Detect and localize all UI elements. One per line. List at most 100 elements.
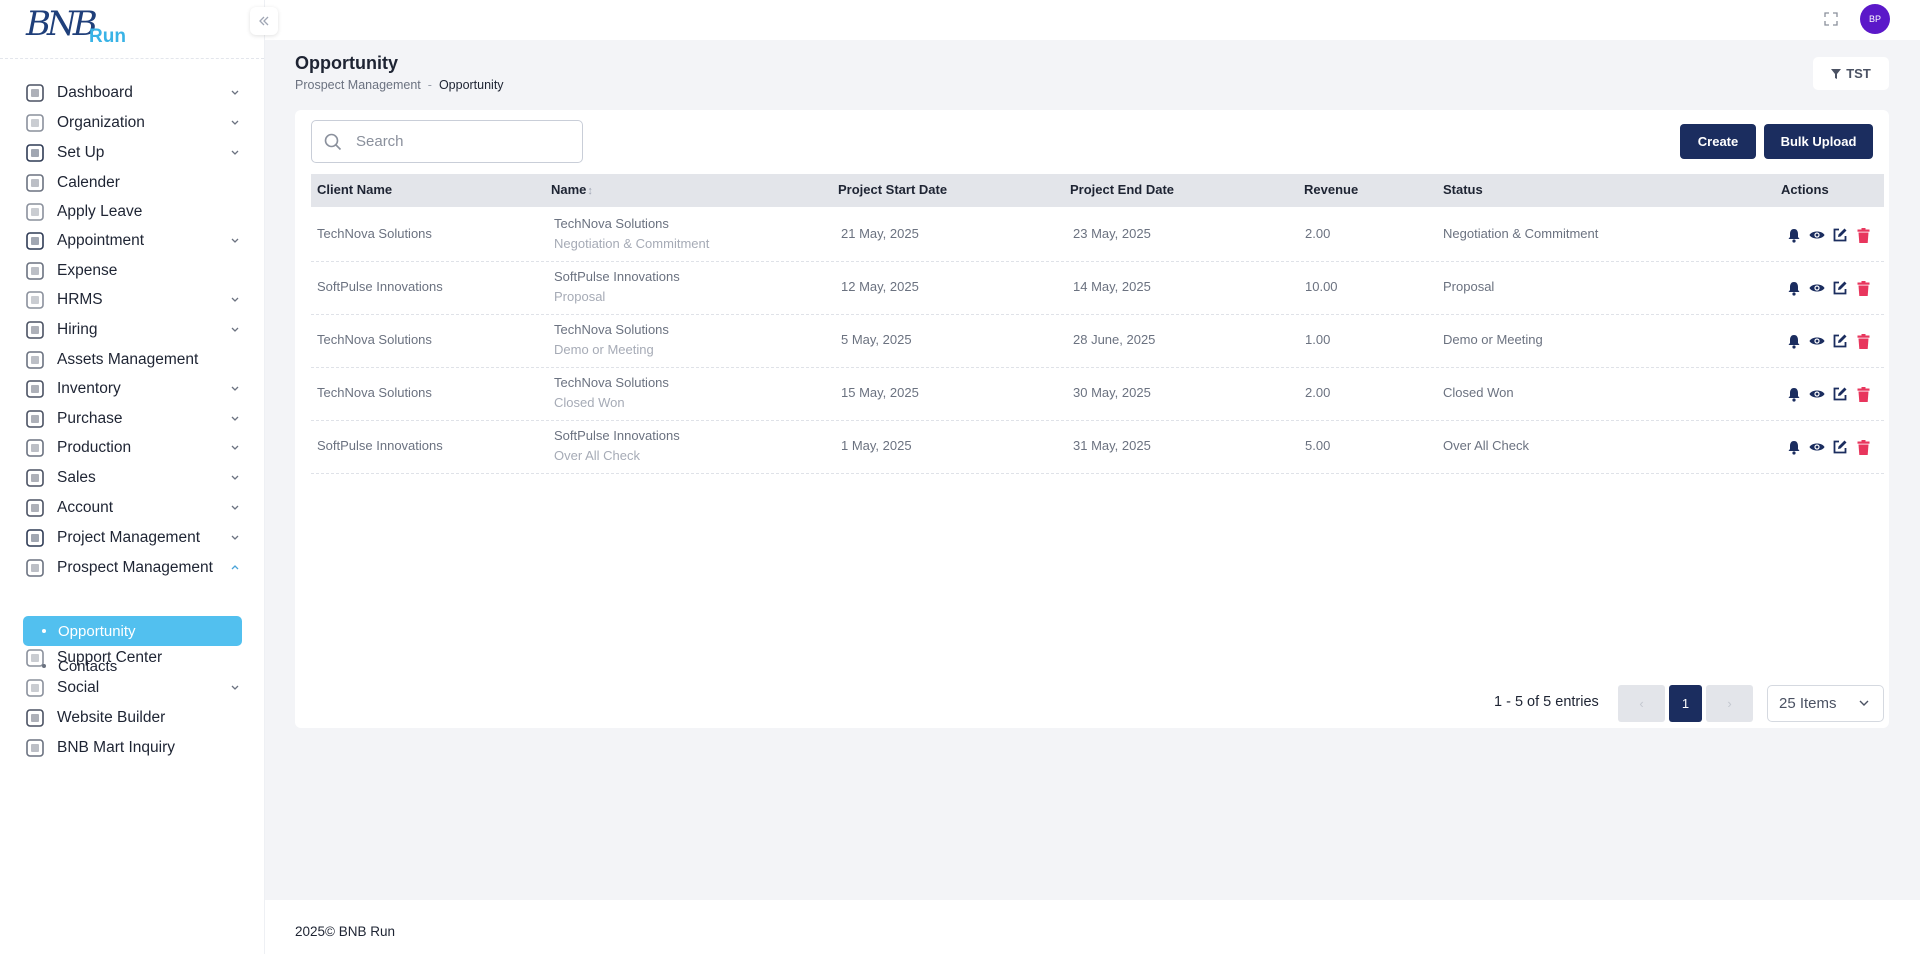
page-title: Opportunity xyxy=(295,53,398,73)
sidebar-subitem-contacts[interactable]: Contacts xyxy=(23,651,242,681)
search-input[interactable] xyxy=(356,133,556,150)
sidebar-item-production[interactable]: Production xyxy=(24,433,244,463)
sidebar-item-assets-management[interactable]: Assets Management xyxy=(24,345,244,375)
brand-logo[interactable]: BNB Run xyxy=(0,0,264,59)
search-box[interactable] xyxy=(311,120,583,163)
row-actions xyxy=(1786,333,1871,349)
filter-icon xyxy=(1831,68,1842,79)
search-icon xyxy=(324,133,342,150)
eye-icon[interactable] xyxy=(1809,439,1825,455)
items-per-page-select[interactable]: 25 Items xyxy=(1767,685,1884,722)
cell-name[interactable]: TechNova Solutions xyxy=(554,375,669,390)
sort-icon[interactable]: ↕ xyxy=(587,185,593,197)
cell-start-date: 1 May, 2025 xyxy=(841,438,912,453)
table-row[interactable]: SoftPulse Innovations SoftPulse Innovatio… xyxy=(311,421,1884,474)
cell-name[interactable]: SoftPulse Innovations xyxy=(554,428,680,443)
sidebar-item-label: Organization xyxy=(57,114,145,131)
sidebar-item-website-builder[interactable]: Website Builder xyxy=(24,703,244,733)
sidebar-subitem-opportunity[interactable]: Opportunity xyxy=(23,616,242,646)
bell-icon[interactable] xyxy=(1786,439,1802,455)
sidebar-item-calender[interactable]: Calender xyxy=(24,168,244,198)
sidebar-item-dashboard[interactable]: Dashboard xyxy=(24,78,244,108)
sidebar-item-account[interactable]: Account xyxy=(24,493,244,523)
eye-icon[interactable] xyxy=(1809,386,1825,402)
sidebar-item-label: Prospect Management xyxy=(57,559,213,576)
sidebar-subitem-label: Contacts xyxy=(58,657,118,675)
column-header-end-date[interactable]: Project End Date xyxy=(1070,182,1174,197)
cell-name[interactable]: TechNova Solutions xyxy=(554,216,669,231)
sidebar-item-project-management[interactable]: Project Management xyxy=(24,523,244,553)
sidebar-item-expense[interactable]: Expense xyxy=(24,256,244,286)
sidebar-item-inventory[interactable]: Inventory xyxy=(24,374,244,404)
table-row[interactable]: TechNova Solutions TechNova Solutions Demo… xyxy=(311,315,1884,368)
table-row[interactable]: TechNova Solutions TechNova Solutions Nego… xyxy=(311,209,1884,262)
edit-icon[interactable] xyxy=(1832,227,1848,243)
sidebar-item-prospect-management[interactable]: Prospect Management xyxy=(24,553,244,583)
prev-page-button[interactable]: ‹ xyxy=(1618,685,1665,722)
logo-letters: BNB xyxy=(26,4,98,44)
trash-icon[interactable] xyxy=(1855,439,1871,455)
bullet-icon xyxy=(42,664,46,668)
sidebar-item-hiring[interactable]: Hiring xyxy=(24,315,244,345)
edit-icon[interactable] xyxy=(1832,439,1848,455)
edit-icon[interactable] xyxy=(1832,333,1848,349)
sidebar-item-organization[interactable]: Organization xyxy=(24,108,244,138)
fullscreen-icon[interactable] xyxy=(1824,12,1838,26)
bell-icon[interactable] xyxy=(1786,333,1802,349)
bell-icon[interactable] xyxy=(1786,280,1802,296)
cell-client-name: TechNova Solutions xyxy=(317,226,432,241)
column-header-revenue[interactable]: Revenue xyxy=(1304,182,1358,197)
sidebar-item-set-up[interactable]: Set Up xyxy=(24,138,244,168)
trash-icon[interactable] xyxy=(1855,386,1871,402)
sidebar-item-apply-leave[interactable]: Apply Leave xyxy=(24,197,244,227)
column-header-status[interactable]: Status xyxy=(1443,182,1483,197)
bulk-upload-button[interactable]: Bulk Upload xyxy=(1764,124,1873,159)
cell-status: Proposal xyxy=(1443,279,1495,294)
cell-name[interactable]: TechNova Solutions xyxy=(554,322,669,337)
sidebar-item-purchase[interactable]: Purchase xyxy=(24,404,244,434)
trash-icon[interactable] xyxy=(1855,333,1871,349)
chevron-down-icon xyxy=(226,442,244,455)
eye-icon[interactable] xyxy=(1809,227,1825,243)
bell-icon[interactable] xyxy=(1786,227,1802,243)
chevron-down-icon xyxy=(226,87,244,100)
hourglass-icon xyxy=(24,172,46,194)
sidebar-item-label: Appointment xyxy=(57,232,145,249)
entries-info: 1 - 5 of 5 entries xyxy=(1494,694,1599,710)
sidebar-item-sales[interactable]: Sales xyxy=(24,463,244,493)
filter-button[interactable]: TST xyxy=(1813,57,1889,90)
cell-client-name: TechNova Solutions xyxy=(317,385,432,400)
leave-icon xyxy=(24,201,46,223)
table-row[interactable]: SoftPulse Innovations SoftPulse Innovatio… xyxy=(311,262,1884,315)
column-header-client-name[interactable]: Client Name xyxy=(317,182,392,197)
breadcrumb-parent[interactable]: Prospect Management xyxy=(295,78,421,92)
dashboard-icon xyxy=(24,82,46,104)
logo-word: Run xyxy=(89,26,126,47)
sidebar: BNB Run Dashboard Organization Set Up Calen… xyxy=(0,0,265,954)
page-1-button[interactable]: 1 xyxy=(1669,685,1702,722)
table-row[interactable]: TechNova Solutions TechNova Solutions Clos… xyxy=(311,368,1884,421)
sidebar-item-label: Apply Leave xyxy=(57,203,143,220)
edit-icon[interactable] xyxy=(1832,280,1848,296)
sidebar-item-appointment[interactable]: Appointment xyxy=(24,226,244,256)
cell-start-date: 15 May, 2025 xyxy=(841,385,919,400)
sidebar-item-bnb-mart-inquiry[interactable]: BNB Mart Inquiry xyxy=(24,733,244,763)
column-header-name[interactable]: Name↕ xyxy=(551,182,593,197)
prospect-icon xyxy=(24,557,46,579)
sidebar-item-label: Sales xyxy=(57,469,96,486)
next-page-button[interactable]: › xyxy=(1706,685,1753,722)
avatar[interactable]: BP xyxy=(1860,4,1890,34)
cell-name[interactable]: SoftPulse Innovations xyxy=(554,269,680,284)
sidebar-item-hrms[interactable]: HRMS xyxy=(24,285,244,315)
edit-icon[interactable] xyxy=(1832,386,1848,402)
eye-icon[interactable] xyxy=(1809,280,1825,296)
trash-icon[interactable] xyxy=(1855,280,1871,296)
column-header-start-date[interactable]: Project Start Date xyxy=(838,182,947,197)
create-button[interactable]: Create xyxy=(1680,124,1756,159)
trash-icon[interactable] xyxy=(1855,227,1871,243)
bell-icon[interactable] xyxy=(1786,386,1802,402)
eye-icon[interactable] xyxy=(1809,333,1825,349)
filter-label: TST xyxy=(1846,66,1871,81)
collapse-sidebar-button[interactable] xyxy=(250,7,278,35)
cell-revenue: 10.00 xyxy=(1305,279,1338,294)
